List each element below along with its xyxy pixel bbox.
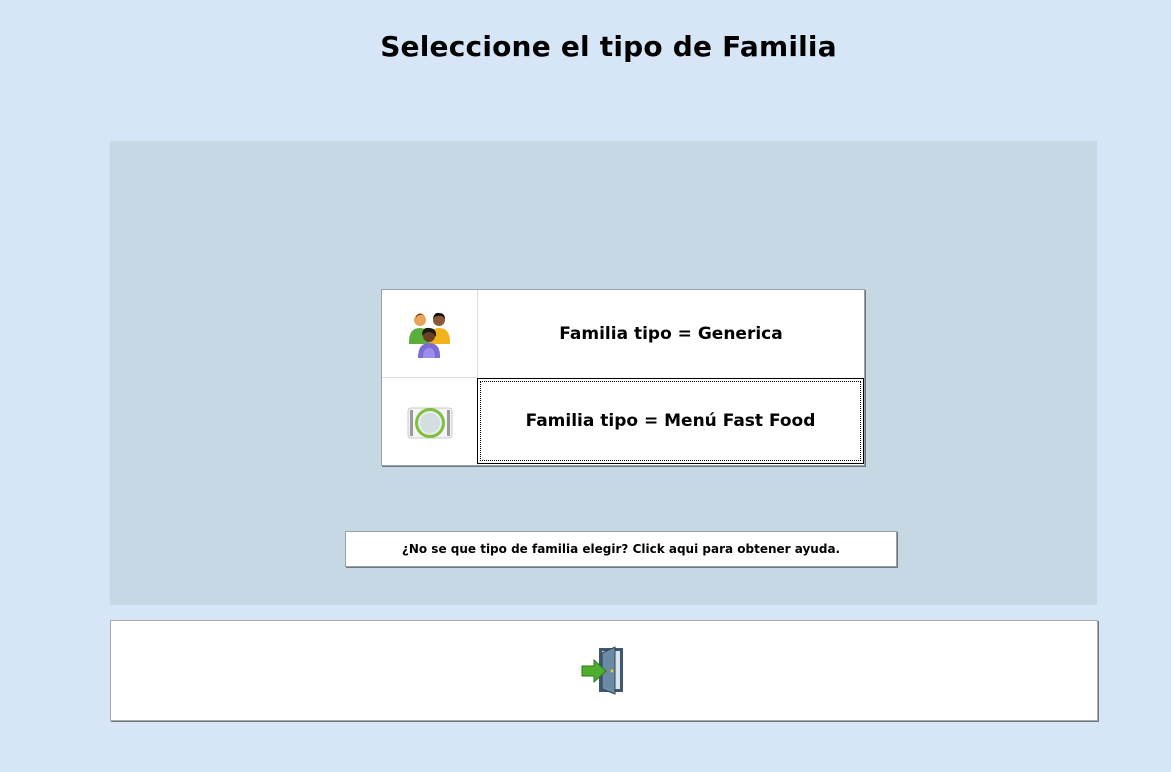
footer-bar xyxy=(110,620,1098,721)
people-group-icon xyxy=(408,312,450,358)
option-generica[interactable]: Familia tipo = Generica xyxy=(382,290,864,378)
exit-button[interactable] xyxy=(577,643,631,697)
option-fast-food-icon-cell[interactable] xyxy=(382,378,478,465)
help-button[interactable]: ¿No se que tipo de familia elegir? Click… xyxy=(345,531,897,567)
option-fast-food-label[interactable]: Familia tipo = Menú Fast Food xyxy=(477,378,864,464)
option-generica-icon-cell[interactable] xyxy=(382,290,478,378)
family-type-panel: Familia tipo = Generica Familia tipo = M… xyxy=(110,141,1097,605)
exit-door-icon xyxy=(581,646,623,695)
plate-icon xyxy=(407,407,452,438)
family-type-options: Familia tipo = Generica Familia tipo = M… xyxy=(381,289,865,466)
option-generica-label[interactable]: Familia tipo = Generica xyxy=(478,290,864,377)
page-title: Seleccione el tipo de Familia xyxy=(380,30,837,63)
option-fast-food[interactable]: Familia tipo = Menú Fast Food xyxy=(382,378,864,465)
